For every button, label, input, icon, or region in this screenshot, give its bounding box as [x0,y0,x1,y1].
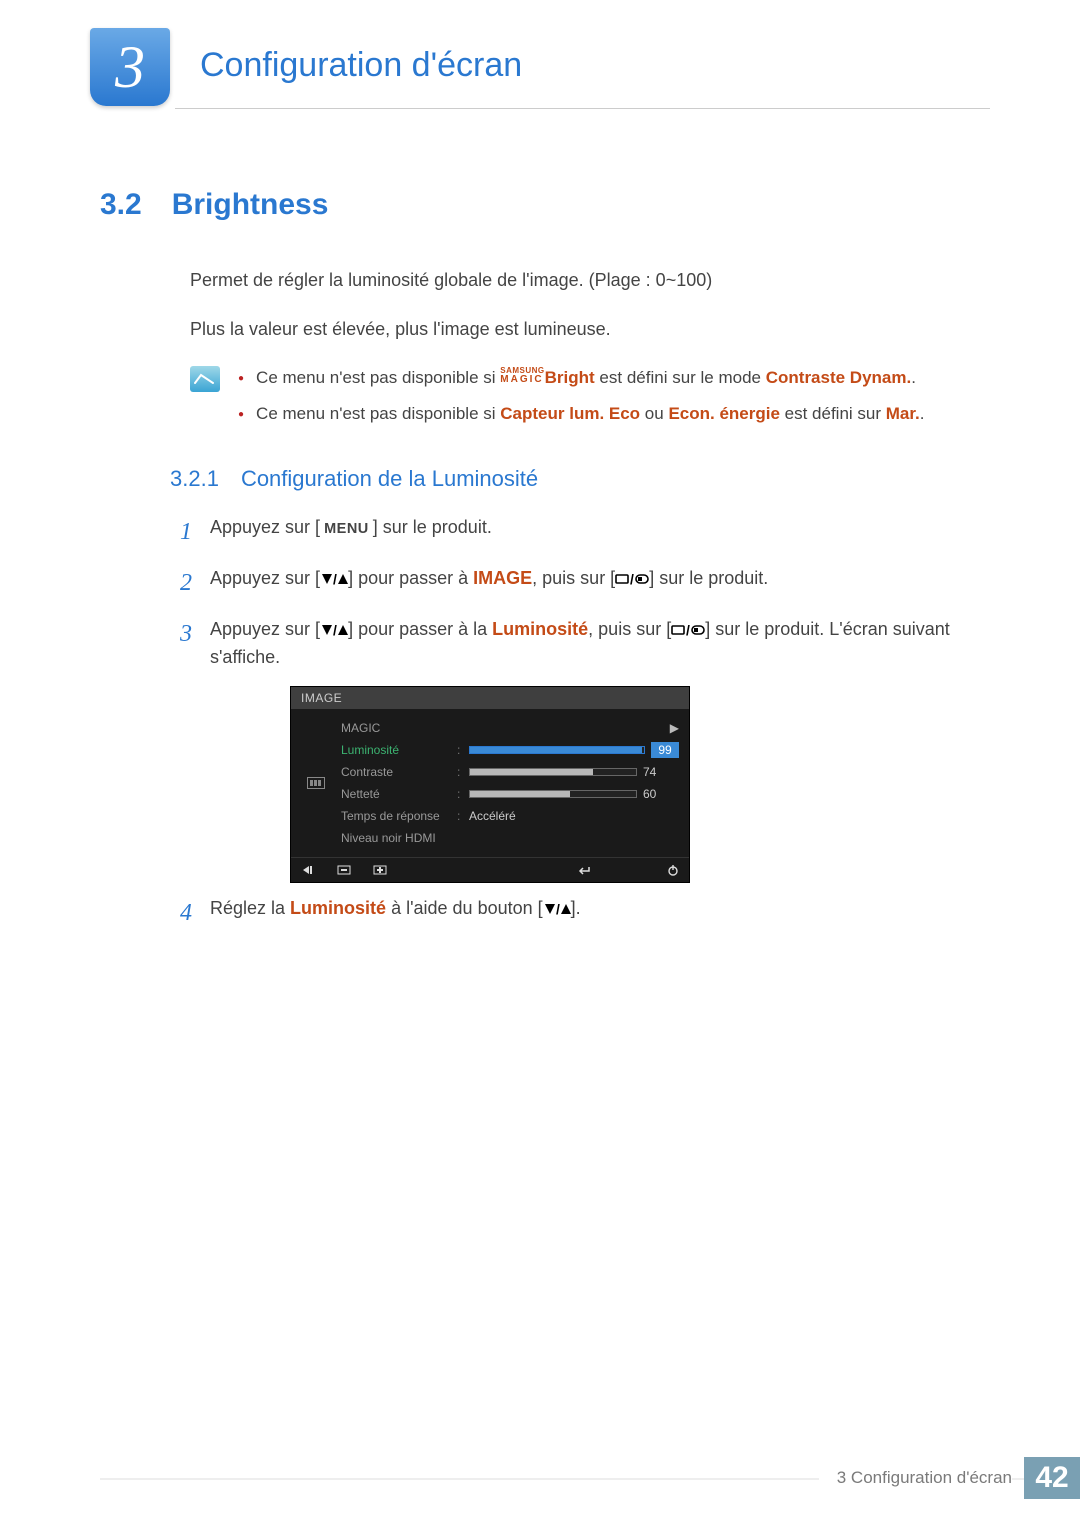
osd-row-niveau: Niveau noir HDMI [341,827,679,849]
note2-energy: Econ. énergie [668,404,779,423]
subsection-title: Configuration de la Luminosité [241,466,538,492]
step-number: 2 [170,565,192,602]
step4-luminosite: Luminosité [290,898,386,918]
step-4: 4 Réglez la Luminosité à l'aide du bouto… [170,895,990,932]
osd-slider-luminosite [469,746,645,754]
osd-power-icon [667,864,679,876]
step-number: 4 [170,895,192,932]
step-number: 1 [170,514,192,551]
subsection-number: 3.2.1 [170,466,219,492]
osd-plus-icon [373,865,387,875]
osd-value-nettete: 60 [643,787,679,801]
step-1: 1 Appuyez sur [MENU] sur le produit. [170,514,990,551]
osd-header: IMAGE [291,687,689,709]
chapter-number: 3 [115,33,145,102]
osd-value-luminosite: 99 [651,742,679,758]
down-up-arrow-icon: / [320,619,348,639]
page-footer: 3 Configuration d'écran 42 [100,1457,1080,1499]
osd-slider-contraste [469,768,637,776]
svg-text:/: / [556,902,560,916]
osd-value-temps: Accéléré [469,809,516,823]
note2-mar: Mar. [886,404,920,423]
bullet-icon: ● [238,408,244,432]
svg-text:/: / [686,623,690,637]
section-intro-2: Plus la valeur est élevée, plus l'image … [190,317,990,342]
osd-row-temps: Temps de réponse: Accéléré [341,805,679,827]
step3-luminosite: Luminosité [492,619,588,639]
down-up-arrow-icon: / [543,898,571,918]
note2-text-a: Ce menu n'est pas disponible si [256,404,500,423]
chapter-divider [175,108,990,109]
osd-footer [291,857,689,882]
osd-slider-nettete [469,790,637,798]
footer-chapter-label: 3 Configuration d'écran [819,1468,1012,1488]
chevron-right-icon: ▶ [670,721,679,735]
osd-value-contraste: 74 [643,765,679,779]
step-number: 3 [170,616,192,653]
note-icon [190,366,220,392]
note1-text-a: Ce menu n'est pas disponible si [256,368,500,387]
osd-back-icon [301,865,315,875]
chapter-title: Configuration d'écran [200,46,522,85]
select-enter-icon: / [615,568,649,588]
note-item-1: ● Ce menu n'est pas disponible si SAMSUN… [238,366,925,390]
note1-text-b: est défini sur le mode [595,368,766,387]
svg-text:/: / [333,623,337,637]
section-title: Brightness [172,188,329,222]
osd-row-nettete: Netteté: 60 [341,783,679,805]
section-number: 3.2 [100,188,142,222]
step2-image: IMAGE [473,568,532,588]
note2-eco: Capteur lum. Eco [500,404,640,423]
down-up-arrow-icon: / [320,568,348,588]
section-intro-1: Permet de régler la luminosité globale d… [190,268,990,293]
select-enter-icon: / [671,619,705,639]
note-item-2: ● Ce menu n'est pas disponible si Capteu… [238,402,925,426]
osd-row-magic: MAGIC ▶ [341,717,679,739]
osd-enter-icon [575,865,593,875]
svg-text:/: / [630,572,634,586]
osd-row-contraste: Contraste: 74 [341,761,679,783]
page-number: 42 [1024,1457,1080,1499]
note-block: ● Ce menu n'est pas disponible si SAMSUN… [190,366,990,438]
osd-preview: IMAGE MAGIC ▶ Luminosité: 99 [290,686,690,883]
chapter-number-tab: 3 [90,28,170,106]
osd-row-luminosite: Luminosité: 99 [341,739,679,761]
osd-minus-icon [337,865,351,875]
note1-bright: Bright [545,368,595,387]
osd-category-icon [307,777,325,789]
menu-button-label: MENU [320,517,373,541]
samsung-magic-logo: SAMSUNGMAGIC [500,366,544,384]
bullet-icon: ● [238,372,244,396]
step-3: 3 Appuyez sur [/] pour passer à la Lumin… [170,616,990,672]
note1-mode: Contraste Dynam. [766,368,911,387]
svg-text:/: / [333,572,337,586]
step-2: 2 Appuyez sur [/] pour passer à IMAGE, p… [170,565,990,602]
